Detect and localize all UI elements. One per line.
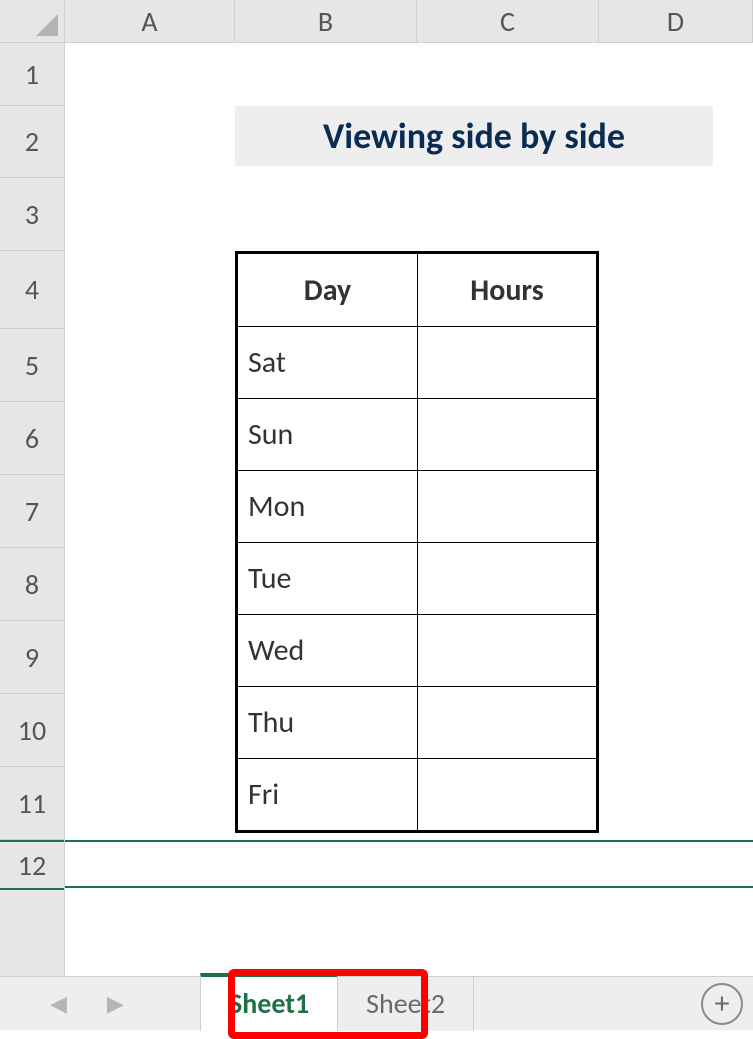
- sheet-body: 123456789101112 Viewing side by sideDayH…: [0, 43, 753, 976]
- row-header[interactable]: 3: [0, 178, 64, 251]
- table-row: Wed: [238, 614, 596, 686]
- table-cell[interactable]: [417, 614, 596, 686]
- table-cell[interactable]: [417, 686, 596, 758]
- row-header[interactable]: 7: [0, 475, 64, 548]
- column-header[interactable]: A: [65, 0, 235, 42]
- table-cell[interactable]: [417, 326, 596, 398]
- table-cell[interactable]: Fri: [238, 758, 417, 830]
- table-cell[interactable]: Sun: [238, 398, 417, 470]
- select-all-icon[interactable]: [0, 0, 65, 43]
- tab-prev-icon[interactable]: ◀: [50, 990, 67, 1017]
- table-header-cell[interactable]: Day: [238, 254, 417, 326]
- table-cell[interactable]: [417, 470, 596, 542]
- table-row: Sun: [238, 398, 596, 470]
- table-row: Tue: [238, 542, 596, 614]
- column-header[interactable]: C: [417, 0, 599, 42]
- table-row: Thu: [238, 686, 596, 758]
- table-header-cell[interactable]: Hours: [417, 254, 596, 326]
- table-row: Sat: [238, 326, 596, 398]
- column-header[interactable]: B: [235, 0, 417, 42]
- tab-next-icon[interactable]: ▶: [107, 990, 124, 1017]
- cells-area[interactable]: Viewing side by side DayHoursSatSunMonTue…: [65, 43, 753, 976]
- row-header[interactable]: 12: [0, 840, 64, 890]
- row-header-column: 123456789101112: [0, 43, 65, 976]
- sheet-tab[interactable]: Sheet2: [338, 977, 474, 1031]
- table-cell[interactable]: Tue: [238, 542, 417, 614]
- new-sheet-button[interactable]: +: [701, 983, 743, 1025]
- row-header[interactable]: 5: [0, 329, 64, 402]
- table-header-row: DayHours: [238, 254, 596, 326]
- page-title: Viewing side by side: [235, 106, 713, 166]
- selected-row-indicator: [65, 840, 753, 888]
- table-cell[interactable]: Thu: [238, 686, 417, 758]
- row-header[interactable]: 6: [0, 402, 64, 475]
- table-cell[interactable]: [417, 542, 596, 614]
- row-header[interactable]: 11: [0, 767, 64, 840]
- row-header[interactable]: 9: [0, 621, 64, 694]
- table-cell[interactable]: Mon: [238, 470, 417, 542]
- table-row: Mon: [238, 470, 596, 542]
- sheet-tab[interactable]: Sheet1: [200, 973, 338, 1031]
- table-cell[interactable]: Wed: [238, 614, 417, 686]
- table-cell[interactable]: [417, 758, 596, 830]
- table-cell[interactable]: [417, 398, 596, 470]
- row-header[interactable]: 1: [0, 43, 64, 106]
- row-header[interactable]: 2: [0, 106, 64, 178]
- plus-icon: +: [715, 985, 730, 1022]
- sheet-tab-bar: ◀ ▶ Sheet1Sheet2 +: [0, 976, 753, 1030]
- tab-nav-arrows: ◀ ▶: [0, 990, 200, 1017]
- table-cell[interactable]: Sat: [238, 326, 417, 398]
- column-header[interactable]: D: [599, 0, 753, 42]
- column-header-row: ABCD: [0, 0, 753, 43]
- row-header[interactable]: 10: [0, 694, 64, 767]
- row-header[interactable]: 4: [0, 251, 64, 329]
- table-row: Fri: [238, 758, 596, 830]
- data-table: DayHoursSatSunMonTueWedThuFri: [235, 251, 599, 833]
- row-header[interactable]: 8: [0, 548, 64, 621]
